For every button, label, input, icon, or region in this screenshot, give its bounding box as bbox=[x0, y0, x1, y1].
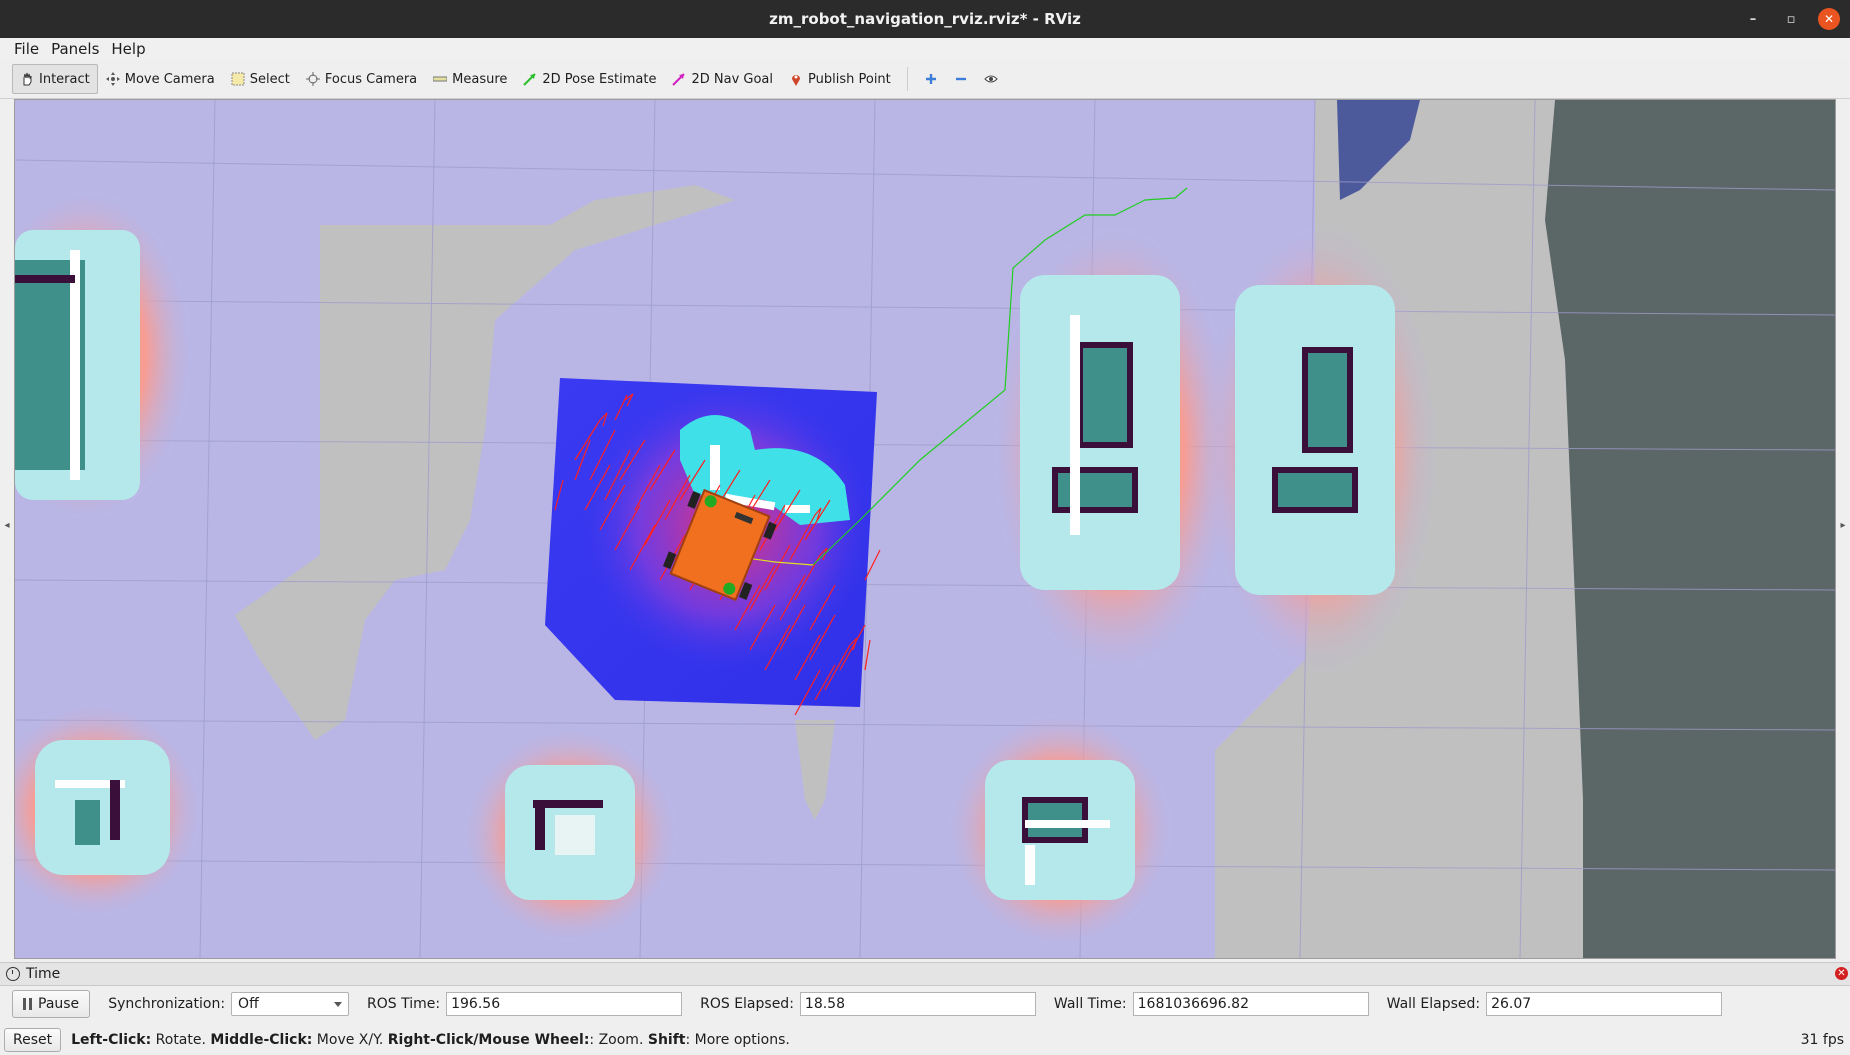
close-button[interactable]: ✕ bbox=[1818, 8, 1840, 30]
status-bar: Reset Left-Click: Rotate. Middle-Click: … bbox=[0, 1024, 1850, 1055]
restore-button[interactable]: ▫ bbox=[1780, 8, 1802, 30]
ruler-icon bbox=[432, 72, 448, 86]
focus-target-icon bbox=[305, 72, 320, 86]
fps-counter: 31 fps bbox=[1800, 1032, 1844, 1048]
window-title-bar: zm_robot_navigation_rviz.rviz* - RViz – … bbox=[0, 0, 1850, 38]
tool-2d-pose-estimate[interactable]: 2D Pose Estimate bbox=[515, 64, 664, 94]
pause-button[interactable]: Pause bbox=[12, 990, 91, 1018]
eye-icon bbox=[984, 72, 998, 86]
reset-button[interactable]: Reset bbox=[4, 1027, 62, 1052]
green-arrow-icon bbox=[523, 72, 537, 86]
tools-toolbar: Interact Move Camera Select Focus Camera… bbox=[0, 60, 1850, 99]
toolbar-separator bbox=[906, 67, 908, 91]
chevron-down-icon bbox=[334, 1001, 343, 1007]
view-options-button[interactable] bbox=[976, 64, 1006, 94]
wall-elapsed-label: Wall Elapsed: bbox=[1386, 996, 1481, 1012]
render-viewport[interactable] bbox=[14, 99, 1836, 959]
wall-time-label: Wall Time: bbox=[1053, 996, 1127, 1012]
window-title: zm_robot_navigation_rviz.rviz* - RViz bbox=[769, 10, 1081, 28]
obstacle-bottom-left bbox=[15, 700, 205, 920]
menu-bar: File Panels Help bbox=[0, 38, 1850, 60]
obstacle-right-2 bbox=[1200, 220, 1440, 680]
left-dock-toggle-icon[interactable]: ◂ bbox=[2, 520, 12, 531]
ros-elapsed-label: ROS Elapsed: bbox=[700, 996, 794, 1012]
wall-time-field[interactable]: 1681036696.82 bbox=[1132, 992, 1369, 1016]
obstacle-bottom-center bbox=[460, 725, 680, 945]
tool-2d-nav-goal[interactable]: 2D Nav Goal bbox=[664, 64, 781, 94]
magenta-arrow-icon bbox=[672, 72, 686, 86]
tool-publish-point[interactable]: Publish Point bbox=[781, 64, 899, 94]
close-time-panel-icon[interactable]: ✕ bbox=[1835, 967, 1848, 980]
map-scene bbox=[15, 100, 1835, 958]
add-tool-button[interactable] bbox=[916, 64, 946, 94]
obstacle-top-left bbox=[15, 185, 195, 525]
status-hint: Left-Click: Rotate. Middle-Click: Move X… bbox=[71, 1031, 790, 1048]
select-box-icon bbox=[231, 72, 245, 86]
window-controls: – ▫ ✕ bbox=[1742, 8, 1840, 30]
sync-label: Synchronization: bbox=[108, 996, 226, 1012]
time-panel-row: Pause Synchronization: Off ROS Time: 196… bbox=[0, 988, 1850, 1020]
obstacle-bottom-right bbox=[945, 710, 1175, 950]
interact-hand-icon bbox=[20, 72, 34, 86]
time-panel-header: Time ✕ bbox=[0, 962, 1850, 986]
synchronization-select[interactable]: Off bbox=[231, 992, 350, 1016]
tool-move-camera[interactable]: Move Camera bbox=[98, 64, 223, 94]
menu-help[interactable]: Help bbox=[105, 40, 151, 58]
map-pin-icon bbox=[789, 72, 803, 86]
minimize-button[interactable]: – bbox=[1742, 8, 1764, 30]
tool-select[interactable]: Select bbox=[223, 64, 298, 94]
menu-file[interactable]: File bbox=[8, 40, 45, 58]
move-camera-icon bbox=[105, 72, 120, 86]
wall-elapsed-field[interactable]: 26.07 bbox=[1486, 992, 1723, 1016]
tool-interact[interactable]: Interact bbox=[12, 64, 98, 94]
ros-time-field[interactable]: 196.56 bbox=[446, 992, 683, 1016]
clock-icon bbox=[6, 967, 20, 981]
menu-panels[interactable]: Panels bbox=[45, 40, 105, 58]
ros-time-label: ROS Time: bbox=[367, 996, 441, 1012]
add-tool-icon bbox=[924, 72, 938, 86]
tool-focus-camera[interactable]: Focus Camera bbox=[298, 64, 425, 94]
ros-elapsed-field[interactable]: 18.58 bbox=[799, 992, 1036, 1016]
right-dock-toggle-icon[interactable]: ▸ bbox=[1838, 520, 1848, 531]
remove-tool-button[interactable] bbox=[946, 64, 976, 94]
time-panel-title: Time bbox=[26, 966, 61, 982]
pause-icon bbox=[23, 998, 32, 1010]
tool-measure[interactable]: Measure bbox=[425, 64, 515, 94]
remove-tool-icon bbox=[954, 72, 968, 86]
